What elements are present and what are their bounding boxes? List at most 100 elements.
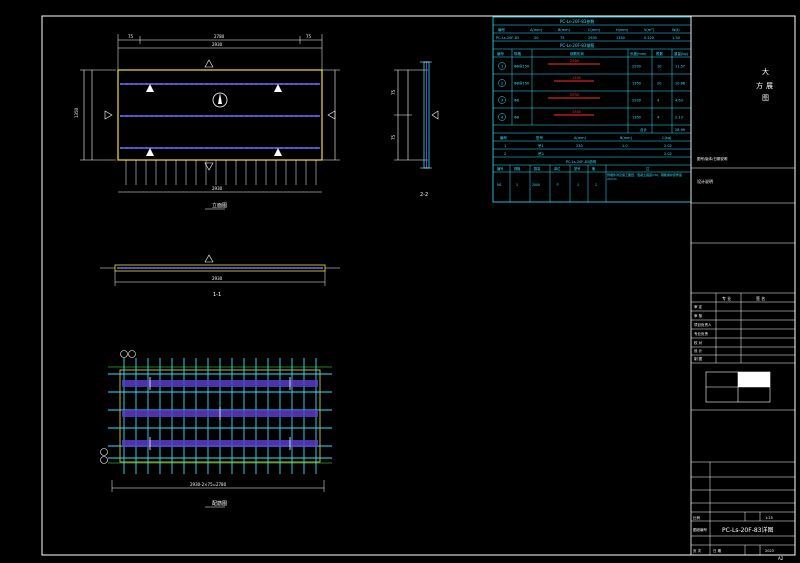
t4-note: 预埋件详见施工图纸，混凝土强度C30，钢筋保护层厚度20mm <box>607 173 682 181</box>
t2-r3-shape: 1350 <box>572 110 581 114</box>
dim-side-b: 75 <box>391 134 396 140</box>
section-1-1-dim: 2930 <box>212 276 223 281</box>
t3-r0-1: 吊1 <box>538 144 544 148</box>
title-note-top: 大 <box>762 67 769 76</box>
signoff-row-5: 设 计 <box>694 348 703 353</box>
t2-r2-n: 4 <box>657 99 660 103</box>
t4-title: PC-Ls-20F-83说明 <box>566 159 597 164</box>
t3-h4: C(kg) <box>662 136 672 140</box>
date-value: 2023 <box>765 549 774 553</box>
t2-h5: 重量(kg) <box>674 51 689 56</box>
t2-r2-id: 3 <box>501 99 503 103</box>
t4-h3: 单位 <box>554 166 561 171</box>
reinforcement-view: 2930-2×75=2780 配筋图 <box>100 350 332 508</box>
t4-r0: M1 <box>497 183 502 187</box>
section-1-1-view: 2930 1-1 <box>100 254 340 298</box>
t2-r1-shape: 1350 <box>572 76 581 80</box>
t1-h3: C(mm) <box>588 28 601 32</box>
title-small-note: 图号/版本/日期说明 <box>697 156 728 161</box>
reinforcement-label: 配筋图 <box>212 500 227 507</box>
dim-total-top: 2930 <box>212 42 223 47</box>
t1-h5: V(m³) <box>644 28 655 32</box>
reinf-total-dim: 2930-2×75=2780 <box>190 482 227 487</box>
t2-r1-id: 2 <box>501 82 503 86</box>
dim-seg-a-left: 75 <box>128 34 134 39</box>
t1-h2: B(mm) <box>558 28 571 32</box>
dim-width-left: 1350 <box>74 107 79 118</box>
t1-r5: 0.520 <box>644 36 654 40</box>
t4-h5: 备 <box>592 166 596 171</box>
remark-label: 设计说明 <box>697 178 713 184</box>
signoff-row-3: 专业负责 <box>694 331 708 336</box>
t4-h2: 数量 <box>534 166 541 171</box>
t2-r3-len: 1350 <box>632 116 641 120</box>
t1-h0: 编号 <box>498 27 506 32</box>
t2-r3-n: 4 <box>657 116 660 120</box>
t4-h4: 型号 <box>574 166 580 171</box>
dim-side-a: 75 <box>391 89 396 95</box>
cad-drawing-canvas[interactable]: 75 2780 75 2930 1350 2930 立面图 75 75 2-2 … <box>0 0 800 563</box>
data-tables: PC-Ls-20F-83参数 编号 A(mm) B(mm) C(mm) H(mm… <box>492 16 692 203</box>
t3-r1-4: 2.02 <box>664 152 672 156</box>
t3-h2: A(mm) <box>574 136 587 140</box>
t2-h1: 规格 <box>514 51 522 56</box>
title-note-mid2: 展 <box>766 82 773 90</box>
t4-r2: 2000 <box>532 183 540 187</box>
drawing-frame <box>41 15 796 556</box>
t1-h1: A(mm) <box>530 28 543 32</box>
t3-r1-0: 2 <box>504 152 506 156</box>
t2-title: PC-Ls-20F-83钢筋 <box>560 42 594 48</box>
signoff-header-right: 签 名 <box>756 295 765 301</box>
signoff-row-6: 制 图 <box>694 356 703 361</box>
title-note-bottom: 图 <box>762 94 769 102</box>
t2-h2: 钢筋形状 <box>570 51 584 56</box>
t2-r0-w: 11.57 <box>675 65 685 69</box>
t2-r0-spec: Φ8@150 <box>514 65 529 69</box>
dim-total-bottom: 2930 <box>212 186 223 191</box>
t1-r3: 2930 <box>588 36 597 40</box>
t2-h0: 编号 <box>497 51 505 56</box>
t4-r5: 1 <box>595 183 597 187</box>
t1-r0: PC-Ls-20F-83 <box>496 36 519 40</box>
t1-r6: 1.30 <box>672 36 680 40</box>
t2-r0-shape: 2930 <box>570 59 579 63</box>
t4-h6: 注 <box>646 166 650 171</box>
drawing-no-label: 图纸编号 <box>693 527 707 532</box>
page-number: A2 <box>778 556 784 561</box>
signoff-row-2: 项目负责人 <box>694 322 712 327</box>
t2-r2-len: 2930 <box>632 99 641 103</box>
t1-title: PC-Ls-20F-83参数 <box>560 18 594 24</box>
t2-r3-spec: Φ8 <box>514 116 519 120</box>
scale-label: 比例 <box>693 515 701 520</box>
t3-h1: 型号 <box>536 135 544 140</box>
t4-r3: 个 <box>556 183 560 187</box>
t2-r0-id: 1 <box>501 65 503 69</box>
t3-r0-0: 1 <box>504 144 506 148</box>
t3-r0-4: 2.02 <box>664 144 672 148</box>
t2-r1-w: 10.66 <box>675 82 685 86</box>
t2-r0-n: 10 <box>657 65 661 69</box>
t2-r2-spec: Φ8 <box>514 99 519 103</box>
t2-r1-n: 20 <box>657 82 661 86</box>
signoff-row-4: 校 对 <box>694 340 703 345</box>
t1-r2: 75 <box>560 36 564 40</box>
t2-total-label: 合计 <box>640 127 648 132</box>
signoff-row-1: 审 核 <box>694 313 703 318</box>
t1-r4: 1350 <box>616 36 625 40</box>
signoff-header-left: 专 业 <box>722 295 731 301</box>
t3-r1-1: 吊2 <box>538 152 544 156</box>
t2-r3-w: 2.13 <box>675 116 683 120</box>
t2-r2-w: 4.63 <box>675 99 683 103</box>
signoff-row-0: 审 定 <box>694 304 703 309</box>
t3-h0: 编号 <box>500 135 508 140</box>
t4-h1: 规格 <box>514 166 521 171</box>
title-note-mid: 方 <box>756 81 763 90</box>
t2-r1-spec: Φ8@150 <box>514 82 529 86</box>
t2-total: 28.99 <box>675 128 685 132</box>
t1-h6: W(t) <box>672 28 680 32</box>
t2-r3-id: 4 <box>501 116 504 120</box>
t2-h4: 根数 <box>656 51 664 56</box>
t2-r0-len: 2930 <box>632 65 641 69</box>
dim-seg-mid: 2780 <box>214 34 225 39</box>
title-block: 大 方 展 图 图号/版本/日期说明 设计说明 专 业 签 名 审 定 审 核 … <box>690 16 795 555</box>
